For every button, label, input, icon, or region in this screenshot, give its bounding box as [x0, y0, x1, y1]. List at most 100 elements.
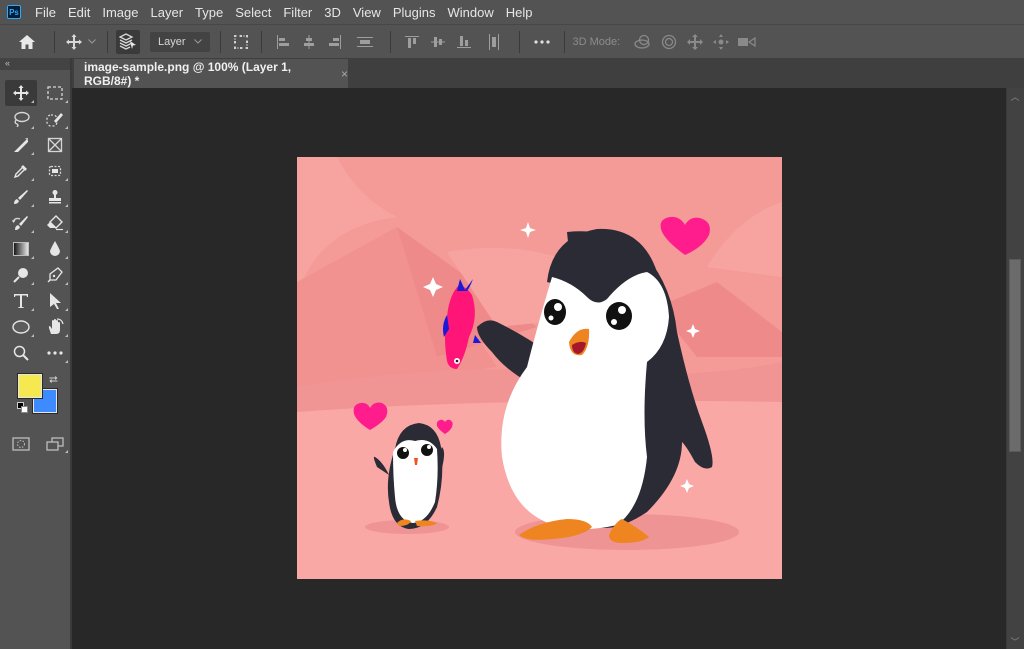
object-selection-tool[interactable]	[39, 106, 71, 132]
eraser-tool[interactable]	[39, 210, 71, 236]
brush-tool[interactable]	[5, 184, 37, 210]
canvas-area[interactable]	[74, 88, 1006, 649]
quick-mask-icon	[12, 437, 30, 451]
close-tab-icon[interactable]: ×	[341, 67, 348, 81]
chevron-down-icon	[88, 39, 96, 44]
eye-highlight	[403, 448, 407, 452]
document-tab[interactable]: image-sample.png @ 100% (Layer 1, RGB/8#…	[74, 59, 348, 88]
eye-highlight	[611, 319, 617, 325]
swap-colors-icon[interactable]: ⮂	[49, 374, 58, 387]
scrollbar-thumb[interactable]	[1009, 259, 1021, 452]
more-options-button[interactable]	[528, 30, 556, 54]
3d-mode-label: 3D Mode:	[572, 35, 621, 48]
tool-grid	[0, 80, 70, 366]
roll-3d-button[interactable]	[656, 30, 682, 54]
show-transform-controls-toggle[interactable]	[229, 30, 253, 54]
type-tool[interactable]	[5, 288, 37, 314]
gradient-tool[interactable]	[5, 236, 37, 262]
fish-pupil	[455, 359, 459, 363]
home-button[interactable]	[8, 30, 46, 54]
photoshop-logo-icon: Ps	[7, 5, 21, 19]
tool-preset-picker[interactable]	[63, 30, 99, 54]
align-bottom-edges-button[interactable]	[451, 30, 477, 54]
default-colors-icon[interactable]	[17, 402, 29, 414]
big-penguin-left-eye	[544, 299, 566, 325]
blur-tool[interactable]	[39, 236, 71, 262]
edit-toolbar-button[interactable]	[39, 340, 71, 366]
foreground-color-swatch[interactable]	[17, 373, 43, 399]
chevron-down-icon	[193, 39, 202, 44]
menu-type[interactable]: Type	[195, 5, 223, 20]
auto-select-layers-icon	[119, 32, 136, 50]
menu-edit[interactable]: Edit	[68, 5, 90, 20]
move-tool[interactable]	[5, 80, 37, 106]
menu-file[interactable]: File	[35, 5, 56, 20]
distribute-vertical-button[interactable]	[477, 30, 511, 54]
scroll-down-icon[interactable]: ﹀	[1007, 635, 1023, 647]
hand-tool[interactable]	[39, 314, 71, 340]
ellipse-icon	[12, 320, 30, 334]
eye-highlight	[554, 303, 562, 311]
screen-mode-icon	[46, 437, 64, 451]
align-horizontal-centers-button[interactable]	[296, 30, 322, 54]
pen-tool[interactable]	[39, 262, 71, 288]
tools-panel: « ⮂	[0, 58, 72, 649]
panel-grip[interactable]	[0, 70, 70, 80]
ellipse-tool[interactable]	[5, 314, 37, 340]
menu-window[interactable]: Window	[447, 5, 493, 20]
spot-healing-tool[interactable]	[39, 158, 71, 184]
menu-plugins[interactable]: Plugins	[393, 5, 436, 20]
clone-stamp-tool[interactable]	[39, 184, 71, 210]
screen-mode-button[interactable]	[39, 432, 71, 456]
scale-3d-camera-icon	[738, 36, 756, 47]
distribute-horizontal-button[interactable]	[348, 30, 382, 54]
zoom-tool[interactable]	[5, 340, 37, 366]
menu-view[interactable]: View	[353, 5, 381, 20]
align-vertical-centers-button[interactable]	[425, 30, 451, 54]
auto-select-target-dropdown[interactable]: Layer	[150, 31, 210, 52]
menu-select[interactable]: Select	[235, 5, 271, 20]
menu-help[interactable]: Help	[506, 5, 533, 20]
menu-3d[interactable]: 3D	[324, 5, 341, 20]
drag-3d-icon	[687, 33, 704, 50]
photoshop-window: Ps File Edit Image Layer Type Select Fil…	[0, 0, 1024, 649]
vertical-scrollbar[interactable]: ︿ ﹀	[1006, 88, 1024, 649]
dodge-tool[interactable]	[5, 262, 37, 288]
rectangular-marquee-tool[interactable]	[39, 80, 71, 106]
drop-icon	[50, 241, 60, 256]
slide-3d-icon	[713, 33, 730, 50]
slide-3d-button[interactable]	[708, 30, 734, 54]
frame-icon	[47, 137, 63, 153]
collapse-panel-button[interactable]: «	[0, 58, 70, 70]
drag-3d-button[interactable]	[682, 30, 708, 54]
zoom-icon	[13, 345, 29, 361]
scroll-up-icon[interactable]: ︿	[1007, 90, 1023, 102]
more-icon	[47, 351, 63, 355]
document-canvas-image[interactable]	[297, 157, 782, 579]
history-brush-tool[interactable]	[5, 210, 37, 236]
auto-select-toggle[interactable]	[116, 29, 140, 54]
quick-mask-button[interactable]	[5, 432, 37, 456]
home-icon	[19, 34, 35, 49]
path-selection-tool[interactable]	[39, 288, 71, 314]
align-bottom-edges-icon	[456, 35, 471, 48]
crop-tool[interactable]	[5, 132, 37, 158]
eyedropper-tool[interactable]	[5, 158, 37, 184]
align-left-edges-button[interactable]	[270, 30, 296, 54]
frame-tool[interactable]	[39, 132, 71, 158]
more-options-icon	[533, 39, 550, 44]
menu-image[interactable]: Image	[102, 5, 138, 20]
align-top-edges-button[interactable]	[399, 30, 425, 54]
hand-icon	[48, 318, 64, 334]
document-tab-title: image-sample.png @ 100% (Layer 1, RGB/8#…	[84, 59, 292, 88]
roll-3d-icon	[662, 34, 677, 49]
scale-3d-camera-button[interactable]	[734, 30, 760, 54]
lasso-tool[interactable]	[5, 106, 37, 132]
options-separator	[260, 30, 262, 53]
orbit-3d-button[interactable]	[630, 30, 656, 54]
align-right-edges-button[interactable]	[322, 30, 348, 54]
options-separator	[54, 30, 55, 53]
menu-layer[interactable]: Layer	[151, 5, 184, 20]
eraser-icon	[47, 215, 63, 231]
menu-filter[interactable]: Filter	[283, 5, 312, 20]
